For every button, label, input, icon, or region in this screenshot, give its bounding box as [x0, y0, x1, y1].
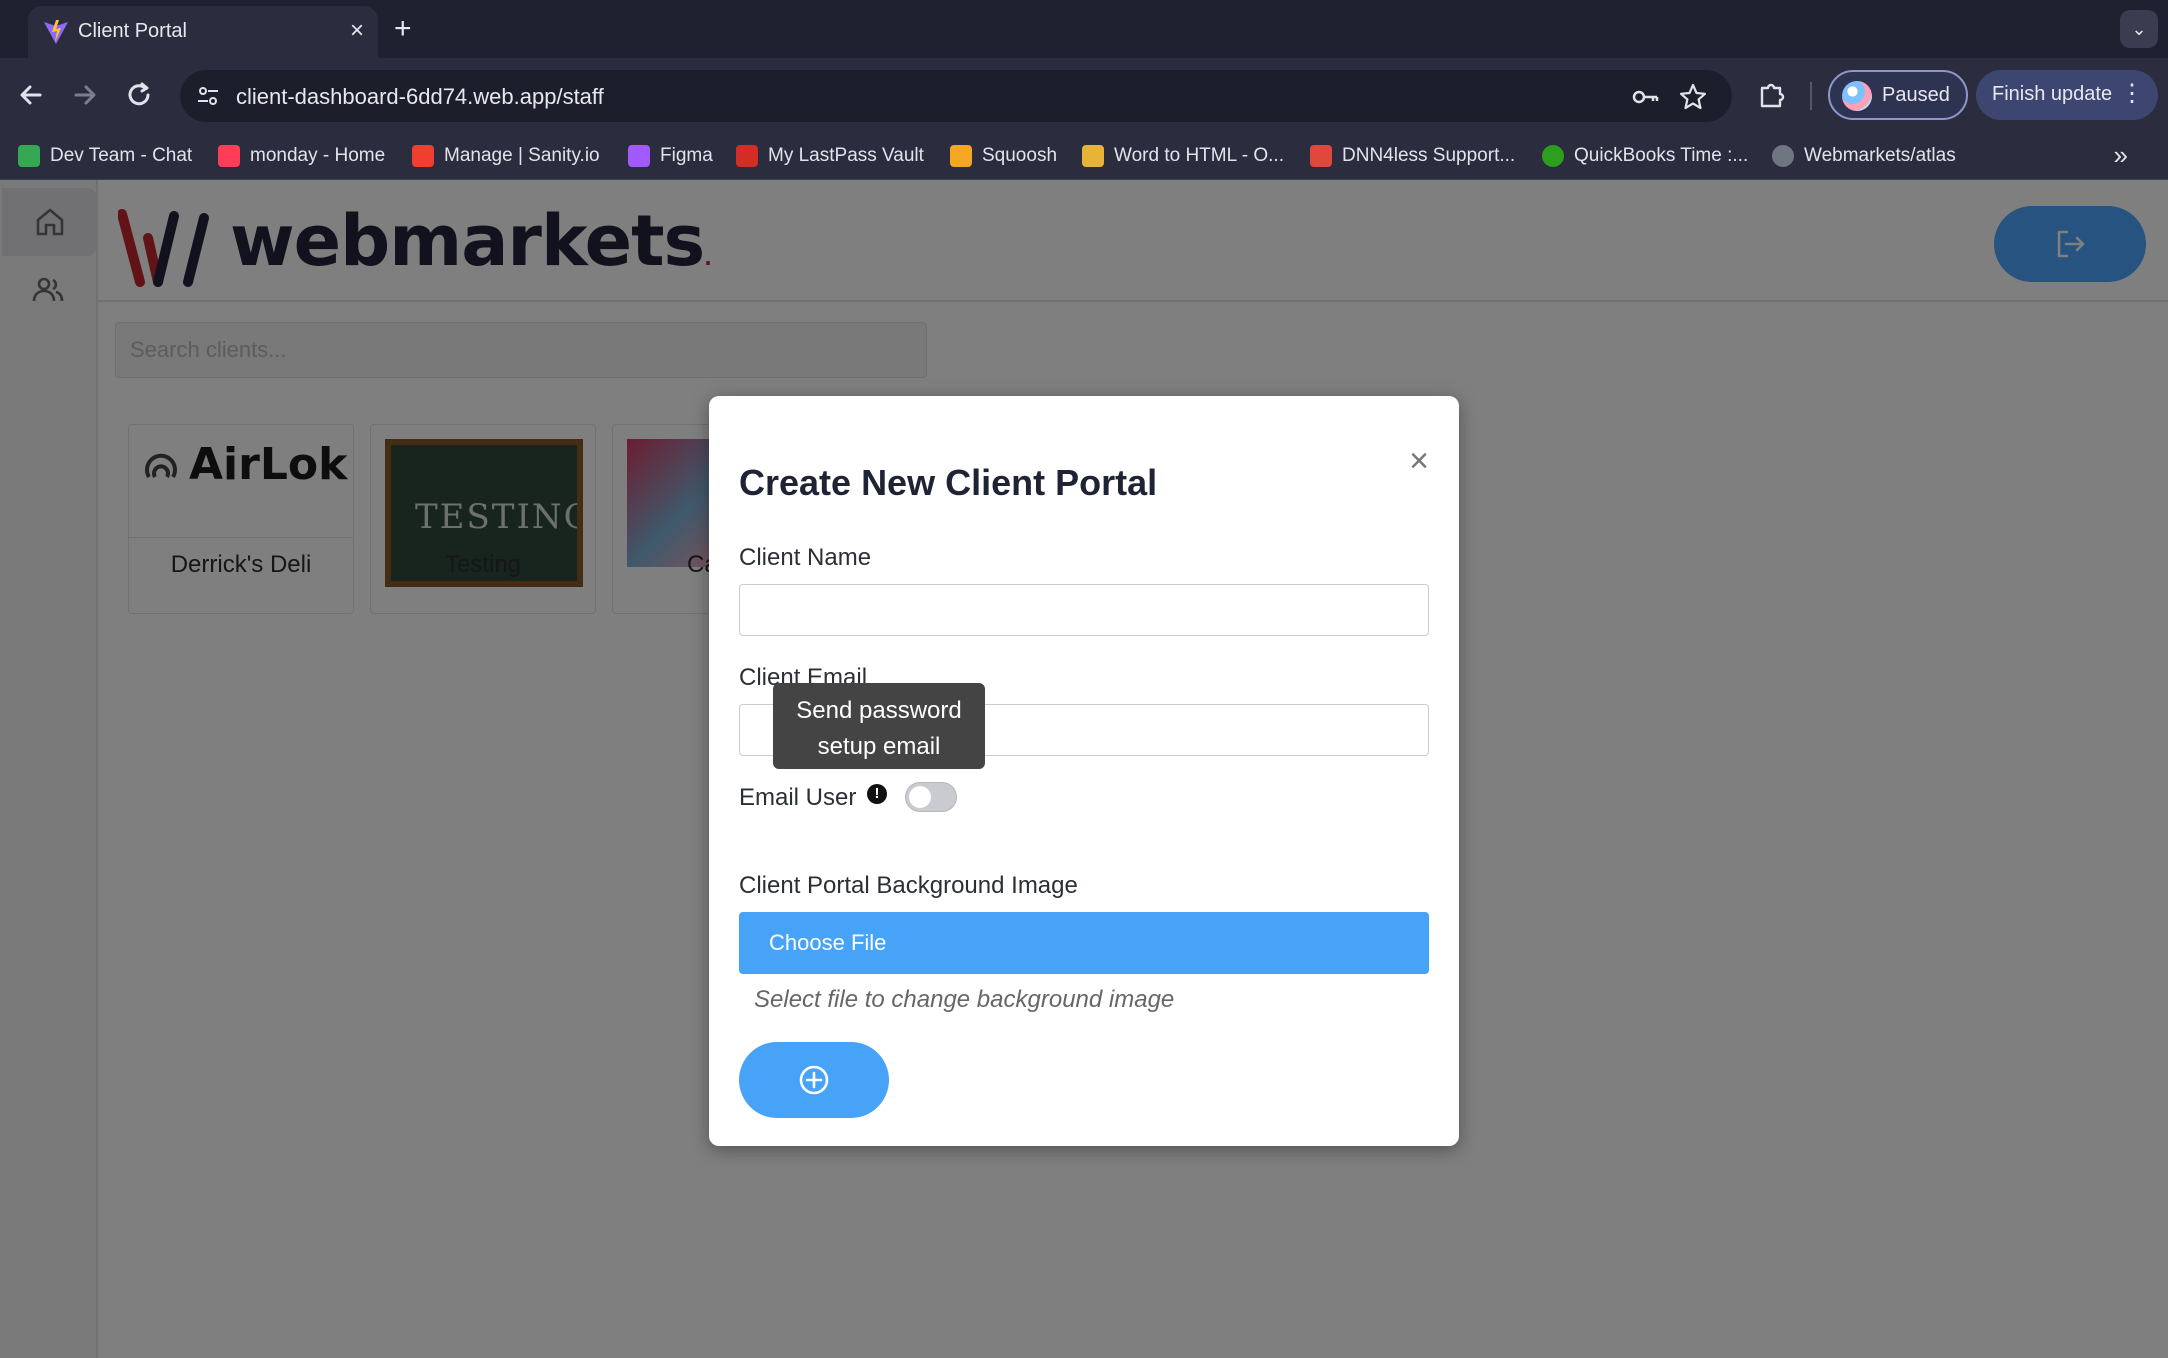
- quickbooks-clock-icon: [1542, 145, 1564, 167]
- email-user-label: Email User: [739, 784, 857, 811]
- bookmark-word-to-html[interactable]: Word to HTML - O...: [1082, 142, 1284, 170]
- file-hint-text: Select file to change background image: [754, 986, 1175, 1013]
- squoosh-icon: [950, 145, 972, 167]
- dnn4less-icon: [1310, 145, 1332, 167]
- back-arrow-icon[interactable]: [12, 76, 50, 114]
- bookmarks-overflow-icon[interactable]: »: [2114, 140, 2128, 171]
- password-key-icon[interactable]: [1630, 82, 1660, 112]
- bookmark-lastpass[interactable]: My LastPass Vault: [736, 142, 924, 170]
- bookmark-webmarkets-atlas[interactable]: Webmarkets/atlas: [1772, 142, 1956, 170]
- modal-title: Create New Client Portal: [739, 462, 1158, 503]
- profile-paused-button[interactable]: Paused: [1828, 70, 1968, 120]
- reload-icon[interactable]: [120, 76, 158, 114]
- background-image-label: Client Portal Background Image: [739, 872, 1078, 899]
- profile-avatar: [1842, 81, 1872, 111]
- address-bar[interactable]: client-dashboard-6dd74.web.app/staff: [180, 70, 1732, 122]
- choose-file-button[interactable]: Choose File: [739, 912, 1429, 974]
- lastpass-icon: [736, 145, 758, 167]
- monday-icon: [218, 145, 240, 167]
- finish-update-button[interactable]: Finish update ⋮: [1976, 70, 2158, 120]
- tooltip-line-1: Send password: [796, 697, 962, 724]
- toolbar-separator: [1810, 82, 1812, 110]
- browser-tab-client-portal[interactable]: Client Portal ×: [28, 6, 378, 58]
- site-info-icon[interactable]: [194, 82, 222, 110]
- word-to-html-icon: [1082, 145, 1104, 167]
- tab-title: Client Portal: [78, 20, 187, 42]
- email-user-toggle[interactable]: [905, 782, 957, 812]
- create-client-modal: Create New Client Portal × Client Name C…: [709, 396, 1459, 1146]
- tab-search-button[interactable]: ⌄: [2120, 10, 2158, 48]
- figma-icon: [628, 145, 650, 167]
- url-text[interactable]: client-dashboard-6dd74.web.app/staff: [236, 84, 604, 110]
- finish-update-label: Finish update: [1992, 83, 2113, 105]
- tab-close-icon[interactable]: ×: [350, 16, 364, 46]
- bookmark-quickbooks[interactable]: QuickBooks Time :...: [1542, 142, 1748, 170]
- browser-menu-icon[interactable]: ⋮: [2120, 79, 2144, 109]
- tooltip-line-2: setup email: [817, 733, 941, 760]
- close-icon[interactable]: ×: [1409, 444, 1429, 478]
- bookmark-sanity[interactable]: Manage | Sanity.io: [412, 142, 600, 170]
- browser-toolbar: client-dashboard-6dd74.web.app/staff Pau…: [0, 58, 2168, 132]
- client-name-input[interactable]: [739, 584, 1429, 636]
- bookmark-figma[interactable]: Figma: [628, 142, 713, 170]
- bookmark-monday-home[interactable]: monday - Home: [218, 142, 385, 170]
- bookmarks-bar: Dev Team - Chat monday - Home Manage | S…: [0, 132, 2168, 180]
- plus-circle-icon: [799, 1065, 829, 1095]
- bookmark-star-icon[interactable]: [1678, 82, 1708, 112]
- profile-status-label: Paused: [1882, 84, 1950, 106]
- info-icon[interactable]: !: [867, 784, 887, 804]
- google-chat-icon: [18, 145, 40, 167]
- sanity-icon: [412, 145, 434, 167]
- new-tab-button[interactable]: +: [394, 12, 412, 46]
- choose-file-label: Choose File: [769, 930, 887, 955]
- bookmark-dnn4less[interactable]: DNN4less Support...: [1310, 142, 1515, 170]
- toggle-knob: [909, 786, 931, 808]
- bookmark-dev-team-chat[interactable]: Dev Team - Chat: [18, 142, 192, 170]
- extensions-puzzle-icon[interactable]: [1756, 78, 1788, 110]
- email-user-tooltip: Send password setup email: [773, 683, 985, 769]
- forward-arrow-icon[interactable]: [66, 76, 104, 114]
- browser-tabstrip: Client Portal × + ⌄: [0, 0, 2168, 58]
- client-name-label: Client Name: [739, 544, 872, 571]
- create-portal-button[interactable]: [739, 1042, 889, 1118]
- bookmark-squoosh[interactable]: Squoosh: [950, 142, 1057, 170]
- github-icon: [1772, 145, 1794, 167]
- vite-logo-icon: [44, 20, 68, 44]
